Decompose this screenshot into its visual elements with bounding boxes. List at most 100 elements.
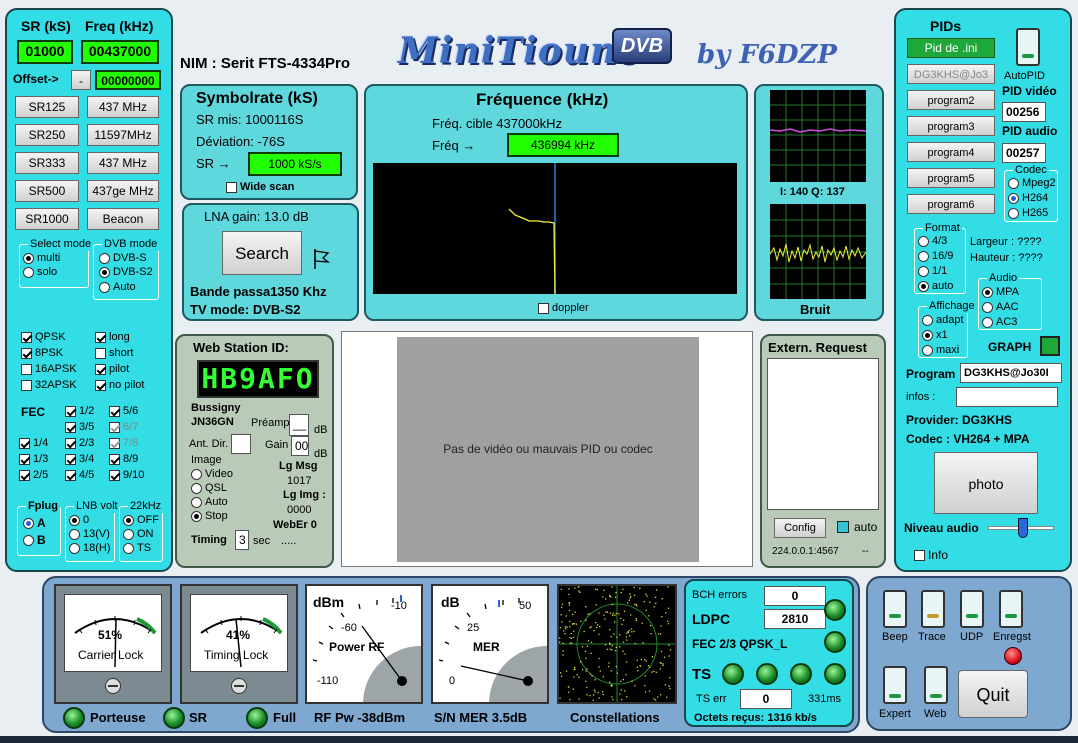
affichage-adapt-radio[interactable]: adapt [922, 314, 964, 326]
wide-scan-checkbox[interactable]: Wide scan [226, 181, 294, 193]
infos-input[interactable] [956, 387, 1058, 407]
gain-input[interactable]: 00 [291, 436, 309, 456]
image-stop-radio[interactable]: Stop [191, 510, 228, 522]
fplug-b-radio[interactable]: B [23, 533, 46, 547]
mode-solo-radio[interactable]: solo [23, 266, 57, 278]
program4-button[interactable]: program4 [907, 142, 995, 162]
autopid-toggle[interactable] [1016, 28, 1040, 66]
affichage-x1-radio[interactable]: x1 [922, 329, 948, 341]
audio-mpa-radio[interactable]: MPA [982, 286, 1019, 298]
fec-6-7-checkbox[interactable]: 6/7 [109, 421, 138, 433]
graph-toggle[interactable] [1040, 336, 1060, 356]
program2-button[interactable]: program2 [907, 90, 995, 110]
sr333-button[interactable]: SR333 [15, 152, 79, 174]
doppler-checkbox[interactable]: doppler [538, 302, 589, 314]
long-checkbox[interactable]: long [95, 331, 130, 343]
sr-input[interactable]: 01000 [17, 40, 73, 64]
expert-toggle[interactable] [883, 666, 907, 704]
image-video-radio[interactable]: Video [191, 468, 233, 480]
quit-button[interactable]: Quit [958, 670, 1028, 718]
program-input[interactable]: DG3KHS@Jo30I [960, 363, 1062, 383]
trace-toggle[interactable] [921, 590, 945, 628]
fec-1-2-checkbox[interactable]: 1/2 [65, 405, 94, 417]
beacon-button[interactable]: Beacon [87, 208, 159, 230]
affichage-maxi-radio[interactable]: maxi [922, 344, 959, 356]
fec-4-5-checkbox[interactable]: 4/5 [65, 469, 94, 481]
fplug-a-radio[interactable]: A [23, 516, 46, 530]
pid-audio-input[interactable]: 00257 [1002, 143, 1046, 163]
fec-1-4-checkbox[interactable]: 1/4 [19, 437, 48, 449]
format-auto-radio[interactable]: auto [918, 280, 953, 292]
format-4-3-radio[interactable]: 4/3 [918, 235, 947, 247]
sr1000-button[interactable]: SR1000 [15, 208, 79, 230]
flag-icon[interactable] [312, 247, 332, 271]
enregst-toggle[interactable] [999, 590, 1023, 628]
lnb-18h-radio[interactable]: 18(H) [69, 542, 111, 554]
fec-5-6-checkbox[interactable]: 5/6 [109, 405, 138, 417]
freq-preset-4[interactable]: 437ge MHz [87, 180, 159, 202]
search-button[interactable]: Search [222, 231, 302, 275]
sr125-button[interactable]: SR125 [15, 96, 79, 118]
fec-7-8-checkbox[interactable]: 7/8 [109, 437, 138, 449]
22khz-off-radio[interactable]: OFF [123, 514, 159, 526]
freq-preset-2[interactable]: 11597MHz [87, 124, 159, 146]
constellation-point [620, 592, 622, 594]
freq-input[interactable]: 00437000 [81, 40, 159, 64]
fec-2-3-checkbox[interactable]: 2/3 [65, 437, 94, 449]
22khz-ts-radio[interactable]: TS [123, 542, 151, 554]
format-16-9-radio[interactable]: 16/9 [918, 250, 953, 262]
offset-input[interactable]: 00000000 [95, 70, 161, 90]
lnb-13v-radio[interactable]: 13(V) [69, 528, 110, 540]
program5-button[interactable]: program5 [907, 168, 995, 188]
lnb-0-radio[interactable]: 0 [69, 514, 89, 526]
dvb-s-radio[interactable]: DVB-S [99, 252, 147, 264]
pid-video-input[interactable]: 00256 [1002, 102, 1046, 122]
program6-button[interactable]: program6 [907, 194, 995, 214]
fec-8-9-checkbox[interactable]: 8/9 [109, 453, 138, 465]
codec-mpeg2-radio[interactable]: Mpeg2 [1008, 177, 1056, 189]
callsign-button[interactable]: DG3KHS@Jo3 [907, 64, 995, 84]
8psk-checkbox[interactable]: 8PSK [21, 347, 63, 359]
format-1-1-radio[interactable]: 1/1 [918, 265, 947, 277]
fec-2-5-checkbox[interactable]: 2/5 [19, 469, 48, 481]
beep-toggle[interactable] [883, 590, 907, 628]
fec-3-4-checkbox[interactable]: 3/4 [65, 453, 94, 465]
qpsk-checkbox[interactable]: QPSK [21, 331, 66, 343]
fec-3-5-checkbox[interactable]: 3/5 [65, 421, 94, 433]
preamp-input[interactable]: __ [289, 414, 309, 436]
ant-dir-input[interactable] [231, 434, 251, 454]
fec-9-10-checkbox[interactable]: 9/10 [109, 469, 144, 481]
pid-ini-button[interactable]: Pid de .ini [907, 38, 995, 58]
sr500-button[interactable]: SR500 [15, 180, 79, 202]
extern-text-area[interactable] [767, 358, 879, 510]
codec-h265-radio[interactable]: H265 [1008, 207, 1048, 219]
image-auto-radio[interactable]: Auto [191, 496, 228, 508]
web-toggle[interactable] [924, 666, 948, 704]
fec-1-3-checkbox[interactable]: 1/3 [19, 453, 48, 465]
mode-multi-radio[interactable]: multi [23, 252, 60, 264]
short-checkbox[interactable]: short [95, 347, 133, 359]
16apsk-checkbox[interactable]: 16APSK [21, 363, 77, 375]
program3-button[interactable]: program3 [907, 116, 995, 136]
audio-aac-radio[interactable]: AAC [982, 301, 1019, 313]
udp-toggle[interactable] [960, 590, 984, 628]
audio-level-thumb[interactable] [1018, 518, 1028, 538]
freq-preset-1[interactable]: 437 MHz [87, 96, 159, 118]
audio-ac3-radio[interactable]: AC3 [982, 316, 1017, 328]
32apsk-checkbox[interactable]: 32APSK [21, 379, 77, 391]
dvb-auto-radio[interactable]: Auto [99, 281, 136, 293]
sr250-button[interactable]: SR250 [15, 124, 79, 146]
dvb-s2-radio[interactable]: DVB-S2 [99, 266, 153, 278]
info-checkbox[interactable]: Info [914, 548, 948, 562]
pilot-checkbox[interactable]: pilot [95, 363, 129, 375]
timing-input[interactable]: 3 [235, 530, 249, 550]
offset-sign-button[interactable]: - [71, 70, 91, 90]
config-button[interactable]: Config [774, 518, 826, 538]
22khz-on-radio[interactable]: ON [123, 528, 154, 540]
auto-checkbox[interactable] [837, 521, 849, 533]
image-qsl-radio[interactable]: QSL [191, 482, 227, 494]
codec-h264-radio[interactable]: H264 [1008, 192, 1048, 204]
freq-preset-3[interactable]: 437 MHz [87, 152, 159, 174]
no-pilot-checkbox[interactable]: no pilot [95, 379, 144, 391]
photo-button[interactable]: photo [934, 452, 1038, 514]
